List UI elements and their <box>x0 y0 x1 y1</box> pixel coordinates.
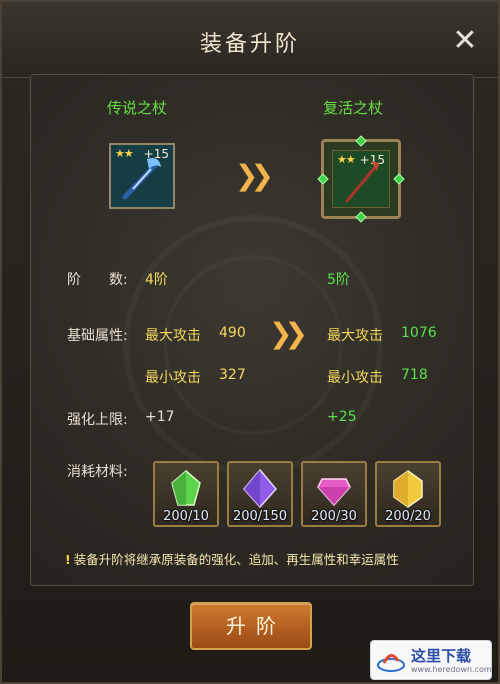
site-watermark: 这里下载 www.heredown.com <box>370 640 492 680</box>
watermark-url: www.heredown.com <box>411 665 492 674</box>
watermark-text: 这里下载 <box>411 647 472 665</box>
upgrade-panel: 传说之杖 复活之杖 ★★ +15 ❯❯ ★★ +15 阶 数: 4阶 5阶 基础… <box>30 74 474 586</box>
enhance-cap-label: 强化上限: <box>67 412 128 428</box>
watermark-logo-icon <box>377 654 405 672</box>
material-count: 200/150 <box>232 509 287 524</box>
warning-icon: ! <box>65 552 71 567</box>
current-item-name: 传说之杖 <box>107 99 168 117</box>
tier-label: 阶 数: <box>67 272 128 288</box>
min-attack-label-target: 最小攻击 <box>327 370 383 386</box>
gem-icon <box>355 211 367 223</box>
max-attack-target: 1076 <box>401 325 437 341</box>
material-count: 200/30 <box>311 509 357 524</box>
target-item-slot[interactable]: ★★ +15 <box>317 135 405 223</box>
notice-text: 装备升阶将继承原装备的强化、追加、再生属性和幸运属性 <box>73 552 399 567</box>
gem-icon <box>317 173 329 185</box>
target-item-name: 复活之杖 <box>323 99 384 117</box>
close-icon[interactable]: ✕ <box>450 26 480 56</box>
material-slot-purple[interactable]: 200/150 <box>227 461 293 527</box>
gem-icon <box>393 173 405 185</box>
current-item-slot[interactable]: ★★ +15 <box>109 143 175 209</box>
min-attack-target: 718 <box>401 367 428 383</box>
min-attack-current: 327 <box>219 367 246 383</box>
gem-icon <box>355 135 367 147</box>
inherit-notice: ! 装备升阶将继承原装备的强化、追加、再生属性和幸运属性 <box>65 549 399 568</box>
min-attack-label: 最小攻击 <box>145 370 201 386</box>
material-count: 200/20 <box>385 509 431 524</box>
materials-label: 消耗材料: <box>67 464 128 480</box>
purple-crystal-icon <box>243 469 277 509</box>
enhance-cap-current: +17 <box>145 409 175 425</box>
upgrade-dialog: 装备升阶 ✕ 传说之杖 复活之杖 ★★ +15 ❯❯ ★★ +15 阶 数: 4… <box>0 0 500 684</box>
base-attr-label: 基础属性: <box>67 328 128 344</box>
dialog-header: 装备升阶 ✕ <box>2 2 498 78</box>
tier-target: 5阶 <box>327 272 350 288</box>
chevron-right-icon: ❯❯ <box>235 159 274 192</box>
material-slot-green[interactable]: 200/10 <box>153 461 219 527</box>
material-count: 200/10 <box>163 509 209 524</box>
upgrade-button[interactable]: 升阶 <box>190 602 312 650</box>
chevron-right-icon: ❯❯ <box>269 317 308 350</box>
green-crystal-icon <box>171 470 201 506</box>
material-slot-pink[interactable]: 200/30 <box>301 461 367 527</box>
max-attack-label: 最大攻击 <box>145 328 201 344</box>
staff-icon <box>122 158 161 200</box>
max-attack-current: 490 <box>219 325 246 341</box>
gold-crystal-icon <box>393 470 423 508</box>
material-slot-gold[interactable]: 200/20 <box>375 461 441 527</box>
staff-icon <box>345 161 379 203</box>
pink-gem-icon <box>317 478 351 507</box>
dialog-title: 装备升阶 <box>199 32 300 57</box>
enhance-cap-target: +25 <box>327 409 357 425</box>
max-attack-label-target: 最大攻击 <box>327 328 383 344</box>
tier-current: 4阶 <box>145 272 168 288</box>
background-emblem-inner <box>163 255 343 435</box>
target-item-frame: ★★ +15 <box>332 150 390 208</box>
